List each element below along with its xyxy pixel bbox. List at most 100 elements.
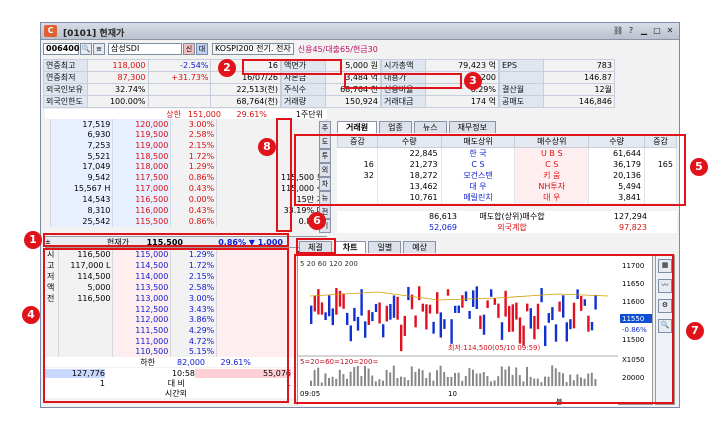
minimize-icon[interactable]: ▁	[639, 26, 649, 36]
broker-tab-1[interactable]: 업종	[379, 121, 412, 133]
info-cell: 150,924	[325, 95, 381, 108]
info-row: 거래량 150,924	[281, 95, 381, 108]
callout-3: 3	[464, 72, 482, 90]
sum-left: 86,613	[429, 212, 457, 221]
window-title: [0101] 현재가	[63, 29, 125, 39]
callout-1: 1	[24, 231, 42, 249]
list-icon[interactable]: ≡	[93, 43, 105, 55]
callout-8: 8	[258, 138, 276, 156]
ask-qty: 25,542	[50, 215, 114, 227]
sum-right: 127,294	[613, 212, 647, 221]
highlight-side-tabs	[276, 118, 292, 232]
ask-price: 119,000	[112, 140, 172, 151]
ask-qty: 17,049	[50, 161, 114, 172]
ask-rate: 0.86%	[170, 215, 218, 227]
search-icon[interactable]: 🔍	[80, 43, 92, 55]
info-cell: 시가총액	[381, 59, 426, 72]
ask-rate: 2.15%	[170, 140, 218, 151]
info-cell: 146.87	[543, 71, 615, 84]
close-icon[interactable]: ✕	[665, 26, 675, 36]
link-icon[interactable]: ⛓	[613, 26, 623, 36]
broker-tab-2[interactable]: 뉴스	[413, 121, 447, 133]
side-tab-0[interactable]: 주	[319, 121, 331, 135]
info-row: 외국인보유 32.74% 22,513(천)	[43, 83, 281, 96]
info-cell: 146,846	[543, 95, 615, 108]
info-cell: 공매도	[499, 95, 544, 108]
ask-rate: 0.86%	[170, 171, 218, 183]
broker-tab-3[interactable]: 재무정보	[448, 121, 497, 133]
info-cell: 주식수	[281, 83, 326, 96]
info-cell: 783	[543, 59, 615, 72]
callout-7: 7	[686, 322, 704, 340]
broker-tab-0[interactable]: 거래원	[337, 121, 378, 133]
ask-qty: 14,543	[50, 193, 114, 205]
flag-icon: 신	[183, 43, 195, 55]
chart-tab-1[interactable]: 차트	[333, 241, 367, 253]
ask-rate: 1.29%	[170, 161, 218, 172]
ask-rate: 1.72%	[170, 150, 218, 162]
ask-price: 116,500	[112, 193, 172, 205]
stock-code-input[interactable]: 006400	[43, 43, 79, 55]
app-logo: C	[44, 25, 57, 37]
info-far-grid: EPS 783 146.87 결산월 12월 공매도 146,846	[499, 59, 615, 108]
ask-price: 115,500	[112, 215, 172, 227]
info-cell: 22,513(천)	[210, 83, 281, 96]
info-cell	[147, 83, 212, 96]
info-cell: 68,764(천)	[210, 95, 281, 108]
info-cell: 100.00%	[87, 95, 149, 108]
ask-qty: 17,519	[50, 119, 114, 130]
chart-tab-3[interactable]: 예상	[403, 241, 436, 253]
ask-qty: 6,930	[50, 129, 114, 141]
ask-rate: 0.00%	[170, 193, 218, 205]
sector-label: KOSPI200 전기. 전자	[212, 43, 294, 55]
ask-qty: 8,310	[50, 204, 114, 216]
foreign-left: 52,069	[429, 223, 457, 232]
callout-4: 4	[22, 306, 40, 324]
title-bar: C [0101] 현재가 ⛓ ? ▁ □ ✕	[41, 23, 679, 40]
credit-label: 신용45/대출65/현금30	[297, 44, 378, 54]
highlight-collateral	[344, 73, 462, 89]
highlight-chart	[294, 254, 674, 404]
info-row: EPS 783	[499, 59, 615, 72]
info-cell: 외국인보유	[43, 83, 88, 96]
ask-qty: 7,253	[50, 140, 114, 151]
ask-qty: 15,567 H	[50, 182, 114, 194]
stock-name-field: 삼성SDI	[108, 43, 182, 55]
callout-6: 6	[308, 212, 326, 230]
maximize-icon[interactable]: □	[652, 26, 662, 36]
ask-price: 117,500	[112, 171, 172, 183]
ask-price: 116,000	[112, 204, 172, 216]
info-row: 외국인한도 100.00% 68,764(천)	[43, 95, 281, 108]
info-cell: 87,300	[87, 71, 149, 84]
help-icon[interactable]: ?	[626, 26, 636, 36]
ask-price: 120,000	[112, 119, 172, 130]
ask-qty: 9,542	[50, 171, 114, 183]
callout-2: 2	[218, 59, 236, 77]
info-cell: -2.54%	[147, 59, 212, 72]
foreign-right: 97,823	[619, 223, 647, 232]
info-cell: 32.74%	[87, 83, 149, 96]
info-cell: 118,000	[87, 59, 149, 72]
highlight-broker	[294, 134, 686, 206]
upper-price: 151,000	[187, 109, 221, 119]
ask-qty: 5,521	[50, 150, 114, 162]
info-row: 거래대금 174 억	[381, 95, 499, 108]
info-cell: 결산월	[499, 83, 544, 96]
info-row: 시가총액 79,423 억	[381, 59, 499, 72]
ask-price: 117,000	[112, 182, 172, 194]
highlight-exec-tab	[296, 238, 336, 254]
chart-tab-2[interactable]: 일별	[368, 241, 402, 253]
ask-price: 119,500	[112, 129, 172, 141]
info-cell: EPS	[499, 59, 544, 72]
ask-rate: 0.43%	[170, 182, 218, 194]
ask-rate: 0.43%	[170, 204, 218, 216]
highlight-orderbook	[43, 248, 289, 403]
info-row: 공매도 146,846	[499, 95, 615, 108]
ask-side-info	[216, 119, 327, 130]
flag2-icon: 대	[196, 43, 208, 55]
info-cell: 거래량	[281, 95, 326, 108]
upper-label: 상한	[166, 109, 181, 119]
info-cell: +31.73%	[147, 71, 212, 84]
info-cell: 외국인한도	[43, 95, 88, 108]
info-row: 146.87	[499, 71, 615, 84]
